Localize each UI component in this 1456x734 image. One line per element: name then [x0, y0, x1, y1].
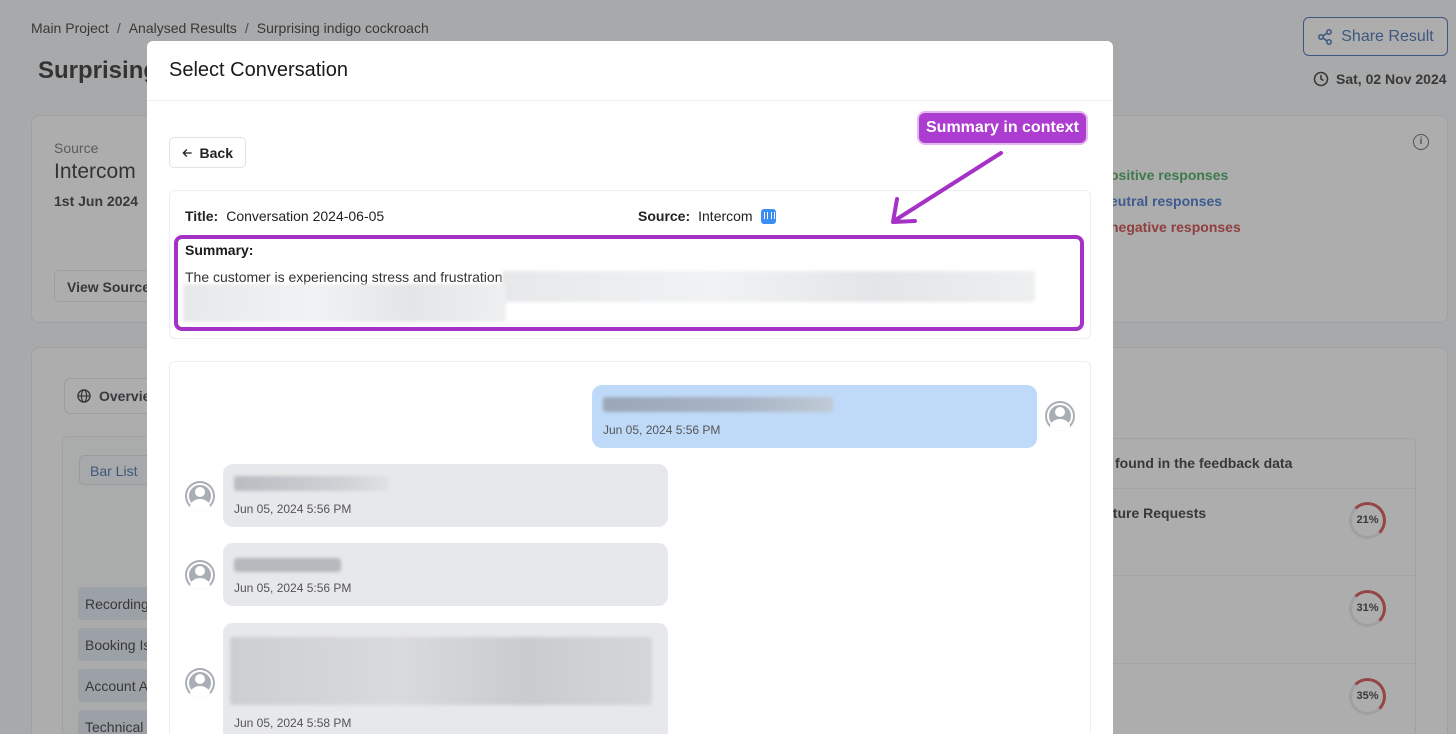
message-bubble-incoming: Jun 05, 2024 5:58 PM: [223, 623, 668, 734]
user-avatar-icon: [185, 668, 215, 698]
summary-highlight-box: [174, 235, 1084, 331]
user-avatar-icon: [185, 481, 215, 511]
summary-in-context-annotation: Summary in context: [919, 113, 1086, 143]
message-timestamp: Jun 05, 2024 5:56 PM: [603, 423, 721, 437]
conversation-title-field: Title: Conversation 2024-06-05: [185, 208, 384, 224]
redacted-message-text: [234, 558, 341, 572]
user-avatar-icon: [185, 560, 215, 590]
message-bubble-incoming: Jun 05, 2024 5:56 PM: [223, 464, 668, 527]
message-timestamp: Jun 05, 2024 5:56 PM: [234, 502, 352, 516]
message-bubble-incoming: Jun 05, 2024 5:56 PM: [223, 543, 668, 606]
message-timestamp: Jun 05, 2024 5:58 PM: [234, 716, 352, 730]
title-label: Title:: [185, 208, 219, 224]
title-value: Conversation 2024-06-05: [226, 208, 385, 224]
intercom-icon: [760, 208, 776, 224]
source-field-value: Intercom: [698, 208, 753, 224]
source-field-label: Source:: [638, 208, 691, 224]
back-button[interactable]: Back: [169, 137, 246, 168]
arrow-left-icon: [182, 148, 192, 157]
back-label: Back: [199, 144, 233, 161]
redacted-message-text: [230, 637, 652, 705]
redacted-message-text: [234, 476, 389, 491]
conversation-source-field: Source: Intercom: [638, 208, 776, 224]
select-conversation-modal: Select Conversation Back Title: Conversa…: [147, 41, 1113, 734]
user-avatar-icon: [1045, 401, 1075, 431]
message-timestamp: Jun 05, 2024 5:56 PM: [234, 581, 352, 595]
annotation-arrow-icon: [891, 151, 1003, 224]
modal-title: Select Conversation: [147, 41, 1113, 101]
message-bubble-outgoing: Jun 05, 2024 5:56 PM: [592, 385, 1037, 448]
redacted-message-text: [603, 397, 833, 412]
